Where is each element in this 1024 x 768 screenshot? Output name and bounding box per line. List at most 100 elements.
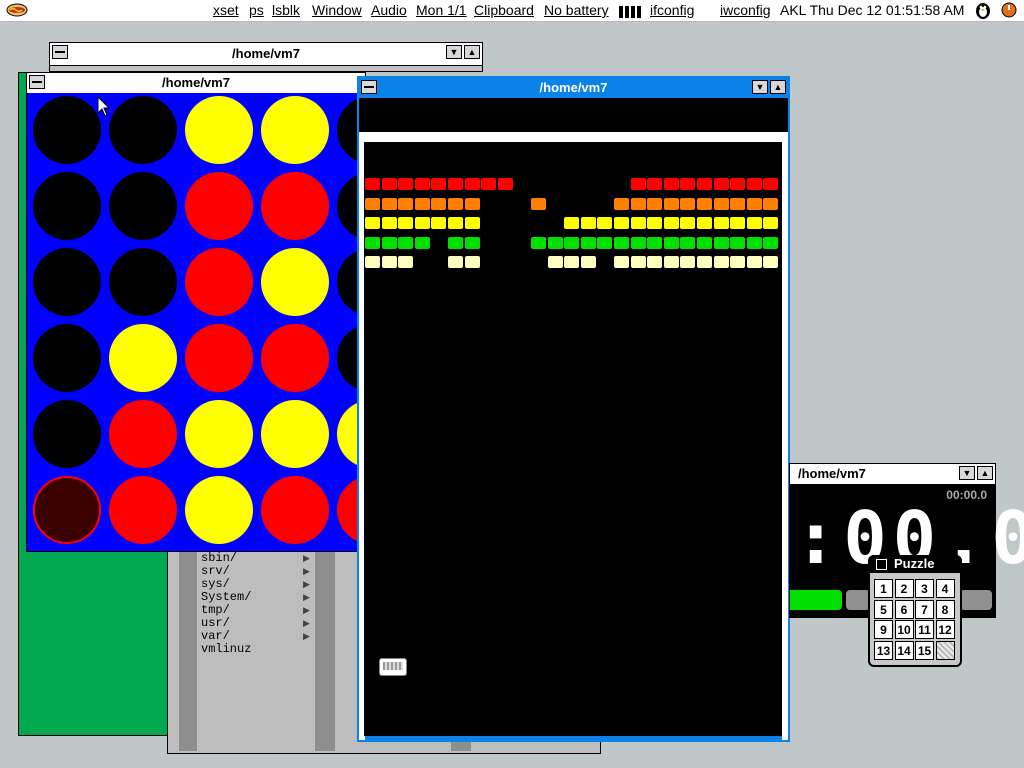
hotdog-icon[interactable]	[6, 1, 28, 22]
connect-four-disc[interactable]	[337, 96, 358, 164]
battery-status[interactable]: No battery	[544, 2, 609, 18]
breakout-paddle[interactable]	[379, 658, 407, 676]
connect-four-disc[interactable]	[109, 476, 177, 544]
puzzle-tile[interactable]: 13	[874, 640, 893, 660]
puzzle-tile[interactable]: 1	[874, 579, 893, 598]
scrollbar-middle[interactable]	[315, 551, 335, 751]
puzzle-tile[interactable]: 14	[894, 640, 914, 660]
start-button[interactable]	[790, 590, 842, 610]
connect-four-disc[interactable]	[337, 172, 358, 240]
puzzle-tile[interactable]: 12	[935, 620, 955, 639]
breakout-brick	[365, 256, 380, 268]
menu-ifconfig[interactable]: ifconfig	[650, 2, 694, 18]
puzzle-tile[interactable]: 2	[894, 579, 914, 598]
window-titlebar[interactable]: /home/vm7 ▼ ▲	[790, 464, 995, 485]
fifteen-puzzle[interactable]: Puzzle 1 2 3 4 5 6 7 8 9 10 11 12 13 14 15	[868, 555, 962, 667]
puzzle-tile[interactable]: 3	[915, 579, 934, 598]
puzzle-tile[interactable]: 6	[894, 599, 914, 619]
minimize-button[interactable]: ▼	[959, 466, 975, 480]
chevron-right-icon: ▶	[303, 579, 310, 589]
puzzle-tile[interactable]: 8	[935, 599, 955, 619]
connect-four-disc[interactable]	[109, 248, 177, 316]
connect-four-disc[interactable]	[33, 248, 101, 316]
connect-four-disc[interactable]	[337, 248, 358, 316]
connect-four-disc[interactable]	[109, 172, 177, 240]
connect-four-disc[interactable]	[185, 324, 253, 392]
menu-xset[interactable]: xset	[213, 2, 239, 18]
puzzle-empty-slot[interactable]	[935, 640, 955, 660]
puzzle-grid[interactable]: 1 2 3 4 5 6 7 8 9 10 11 12 13 14 15	[874, 579, 958, 663]
penguin-icon[interactable]	[973, 1, 993, 22]
connect-four-disc[interactable]	[33, 96, 101, 164]
checkbox-icon[interactable]	[876, 559, 887, 570]
reset-button[interactable]	[960, 590, 992, 610]
breakout-brick	[630, 178, 646, 190]
system-menu-button[interactable]	[52, 45, 68, 59]
puzzle-tile[interactable]: 11	[915, 620, 934, 639]
connect-four-disc[interactable]	[261, 400, 329, 468]
puzzle-tile[interactable]: 15	[915, 640, 934, 660]
breakout-brick	[763, 256, 779, 268]
menu-clipboard[interactable]: Clipboard	[474, 2, 534, 18]
connect-four-disc[interactable]	[185, 476, 253, 544]
breakout-brick	[647, 256, 663, 268]
connect-four-disc[interactable]	[33, 324, 101, 392]
breakout-brick	[763, 197, 779, 210]
connect-four-disc[interactable]	[337, 400, 358, 468]
puzzle-titlebar[interactable]: Puzzle	[868, 555, 962, 573]
breakout-brick	[547, 256, 563, 268]
menu-lsblk[interactable]: lsblk	[272, 2, 300, 18]
system-menu-button[interactable]	[361, 80, 377, 94]
connect-four-disc[interactable]	[33, 476, 101, 544]
breakout-brick	[398, 178, 414, 190]
minimize-button[interactable]: ▼	[752, 80, 768, 94]
connect-four-disc[interactable]	[185, 96, 253, 164]
puzzle-tile[interactable]: 9	[874, 620, 893, 639]
breakout-brick	[414, 217, 430, 229]
file-manager-window-back[interactable]: /home/vm7 ▼ ▲	[49, 42, 483, 72]
puzzle-tile[interactable]: 10	[894, 620, 914, 639]
maximize-button[interactable]: ▲	[464, 45, 480, 59]
breakout-brick	[763, 217, 779, 229]
connect-four-board[interactable]	[28, 93, 358, 550]
connect-four-disc[interactable]	[261, 172, 329, 240]
connect-four-disc[interactable]	[33, 172, 101, 240]
connect-four-disc[interactable]	[337, 476, 358, 544]
maximize-button[interactable]: ▲	[770, 80, 786, 94]
window-titlebar[interactable]: /home/vm7 ▼ ▲	[359, 78, 788, 99]
system-menu-button[interactable]	[29, 75, 45, 89]
puzzle-tile[interactable]: 7	[915, 599, 934, 619]
breakout-playfield[interactable]	[364, 142, 782, 736]
menu-desktop[interactable]: Mon 1/1	[416, 2, 467, 18]
connect-four-disc[interactable]	[261, 96, 329, 164]
connect-four-disc[interactable]	[261, 324, 329, 392]
connect-four-disc[interactable]	[33, 400, 101, 468]
lap-button[interactable]	[846, 590, 870, 610]
file-item[interactable]: vmlinuz	[201, 643, 251, 656]
scrollbar-left[interactable]	[179, 551, 197, 751]
breakout-brick	[680, 197, 696, 210]
menu-audio[interactable]: Audio	[371, 2, 407, 18]
breakout-brick	[713, 236, 729, 249]
puzzle-tile[interactable]: 5	[874, 599, 893, 619]
connect-four-disc[interactable]	[109, 400, 177, 468]
connect-four-disc[interactable]	[109, 96, 177, 164]
puzzle-tile[interactable]: 4	[935, 579, 955, 598]
window-titlebar[interactable]: /home/vm7	[27, 73, 365, 94]
connect-four-disc[interactable]	[185, 172, 253, 240]
connect-four-disc[interactable]	[261, 476, 329, 544]
menu-window[interactable]: Window	[312, 2, 362, 18]
menu-iwconfig[interactable]: iwconfig	[720, 2, 771, 18]
connect-four-disc[interactable]	[109, 324, 177, 392]
connect-four-disc[interactable]	[185, 400, 253, 468]
connect-four-disc[interactable]	[261, 248, 329, 316]
connect-four-disc[interactable]	[337, 324, 358, 392]
maximize-button[interactable]: ▲	[977, 466, 993, 480]
menu-ps[interactable]: ps	[249, 2, 264, 18]
minimize-button[interactable]: ▼	[446, 45, 462, 59]
chevron-right-icon: ▶	[303, 631, 310, 641]
window-titlebar[interactable]: /home/vm7 ▼ ▲	[50, 43, 482, 66]
breakout-brick	[647, 217, 663, 229]
connect-four-disc[interactable]	[185, 248, 253, 316]
power-icon[interactable]	[1000, 1, 1018, 22]
